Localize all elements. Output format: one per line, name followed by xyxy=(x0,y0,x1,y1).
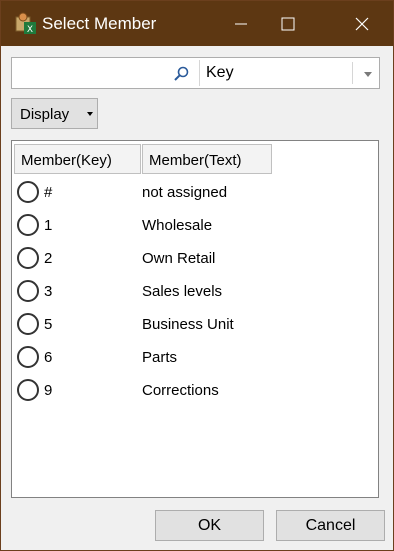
member-text: Business Unit xyxy=(142,316,234,333)
maximize-icon xyxy=(281,17,295,30)
list-row[interactable]: 1 Wholesale xyxy=(13,210,377,242)
list-row[interactable]: 9 Corrections xyxy=(13,375,377,407)
minimize-icon xyxy=(235,23,247,24)
radio-button[interactable] xyxy=(17,379,39,401)
member-text: Own Retail xyxy=(142,250,216,267)
attribute-combo-value[interactable]: Key xyxy=(206,64,234,82)
radio-button[interactable] xyxy=(17,280,39,302)
member-key: # xyxy=(44,184,53,201)
display-button[interactable]: Display xyxy=(11,98,98,129)
attribute-combo-dropdown[interactable] xyxy=(356,67,380,81)
member-text: Parts xyxy=(142,349,178,366)
column-header-key[interactable]: Member(Key) xyxy=(14,144,141,174)
ok-button[interactable]: OK xyxy=(155,510,264,541)
member-key: 9 xyxy=(44,382,53,399)
column-header-text[interactable]: Member(Text) xyxy=(142,144,272,174)
member-key: 6 xyxy=(44,349,53,366)
display-button-label: Display xyxy=(20,106,70,123)
chevron-down-icon xyxy=(364,71,372,77)
close-icon xyxy=(355,17,369,30)
close-button[interactable] xyxy=(339,1,385,46)
caret-down-icon xyxy=(87,112,93,116)
app-icon: X xyxy=(15,12,36,35)
list-row[interactable]: 5 Business Unit xyxy=(13,309,377,341)
minimize-button[interactable] xyxy=(218,1,264,46)
search-divider xyxy=(199,60,200,86)
list-row[interactable]: 3 Sales levels xyxy=(13,276,377,308)
maximize-button[interactable] xyxy=(265,1,311,46)
svg-text:X: X xyxy=(27,25,33,35)
search-icon[interactable] xyxy=(172,65,190,83)
member-key: 3 xyxy=(44,283,53,300)
title-bar[interactable]: X Select Member xyxy=(1,1,393,46)
radio-button[interactable] xyxy=(17,214,39,236)
cancel-button[interactable]: Cancel xyxy=(276,510,385,541)
search-input[interactable] xyxy=(12,58,198,88)
window-title: Select Member xyxy=(42,14,157,33)
radio-button[interactable] xyxy=(17,247,39,269)
member-key: 2 xyxy=(44,250,53,267)
member-text: Sales levels xyxy=(142,283,223,300)
member-key: 5 xyxy=(44,316,53,333)
member-list: Member(Key) Member(Text) # not assigned … xyxy=(11,140,379,498)
member-text: not assigned xyxy=(142,184,228,201)
radio-button[interactable] xyxy=(17,181,39,203)
list-row[interactable]: 6 Parts xyxy=(13,342,377,374)
member-text: Wholesale xyxy=(142,217,213,234)
combo-divider xyxy=(352,62,353,84)
radio-button[interactable] xyxy=(17,313,39,335)
member-key: 1 xyxy=(44,217,53,234)
search-bar: Key xyxy=(11,57,380,89)
member-text: Corrections xyxy=(142,382,219,399)
select-member-dialog: X Select Member Key Display Member(Key) xyxy=(0,0,394,551)
radio-button[interactable] xyxy=(17,346,39,368)
list-row[interactable]: 2 Own Retail xyxy=(13,243,377,275)
list-header: Member(Key) Member(Text) xyxy=(13,142,377,175)
list-row[interactable]: # not assigned xyxy=(13,177,377,209)
